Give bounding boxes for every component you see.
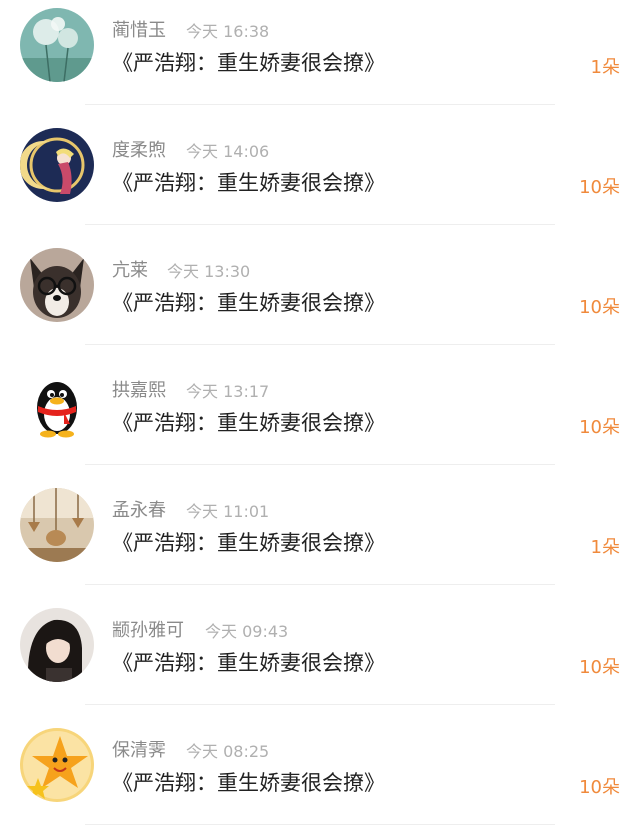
divider — [85, 584, 555, 585]
timestamp: 今天 13:17 — [186, 382, 270, 401]
timestamp: 今天 09:43 — [205, 622, 289, 641]
list-item[interactable]: 蔺惜玉 今天 16:38 《严浩翔：重生娇妻很会撩》 1朵 — [0, 0, 640, 120]
user-name: 度柔煦 — [112, 140, 166, 161]
timestamp: 今天 14:06 — [186, 142, 270, 161]
timestamp: 今天 13:30 — [167, 262, 251, 281]
flower-count: 10朵 — [579, 297, 620, 318]
user-name: 亢莱 — [112, 260, 148, 281]
star-cartoon-avatar[interactable] — [20, 728, 94, 802]
list-item[interactable]: 保清霁 今天 08:25 《严浩翔：重生娇妻很会撩》 10朵 — [0, 720, 640, 840]
list-item[interactable]: 度柔煦 今天 14:06 《严浩翔：重生娇妻很会撩》 10朵 — [0, 120, 640, 240]
flower-count: 10朵 — [579, 777, 620, 798]
flower-count: 1朵 — [590, 537, 620, 558]
anime-moon-avatar[interactable] — [20, 128, 94, 202]
list-item[interactable]: 拱嘉熙 今天 13:17 《严浩翔：重生娇妻很会撩》 10朵 — [0, 360, 640, 480]
flower-count: 10朵 — [579, 417, 620, 438]
divider — [85, 104, 555, 105]
list-item[interactable]: 颛孙雅可 今天 09:43 《严浩翔：重生娇妻很会撩》 10朵 — [0, 600, 640, 720]
book-title: 《严浩翔：重生娇妻很会撩》 — [112, 531, 385, 555]
girl-portrait-avatar[interactable] — [20, 608, 94, 682]
divider — [85, 464, 555, 465]
divider — [85, 824, 555, 825]
divider — [85, 704, 555, 705]
book-title: 《严浩翔：重生娇妻很会撩》 — [112, 411, 385, 435]
list-item[interactable]: 亢莱 今天 13:30 《严浩翔：重生娇妻很会撩》 10朵 — [0, 240, 640, 360]
user-name: 蔺惜玉 — [112, 20, 166, 41]
book-title: 《严浩翔：重生娇妻很会撩》 — [112, 51, 385, 75]
timestamp: 今天 16:38 — [186, 22, 270, 41]
timestamp: 今天 11:01 — [186, 502, 270, 521]
divider — [85, 224, 555, 225]
book-title: 《严浩翔：重生娇妻很会撩》 — [112, 171, 385, 195]
user-name: 拱嘉熙 — [112, 380, 166, 401]
dandelion-photo-avatar[interactable] — [20, 8, 94, 82]
user-name: 孟永春 — [112, 500, 166, 521]
qq-penguin-avatar[interactable] — [20, 368, 94, 442]
flower-count: 10朵 — [579, 657, 620, 678]
wind-chime-avatar[interactable] — [20, 488, 94, 562]
book-title: 《严浩翔：重生娇妻很会撩》 — [112, 291, 385, 315]
book-title: 《严浩翔：重生娇妻很会撩》 — [112, 771, 385, 795]
divider — [85, 344, 555, 345]
user-name: 保清霁 — [112, 740, 166, 761]
user-name: 颛孙雅可 — [112, 620, 184, 641]
book-title: 《严浩翔：重生娇妻很会撩》 — [112, 651, 385, 675]
flower-count: 1朵 — [590, 57, 620, 78]
dog-with-glasses-avatar[interactable] — [20, 248, 94, 322]
timestamp: 今天 08:25 — [186, 742, 270, 761]
list-item[interactable]: 孟永春 今天 11:01 《严浩翔：重生娇妻很会撩》 1朵 — [0, 480, 640, 600]
flower-count: 10朵 — [579, 177, 620, 198]
